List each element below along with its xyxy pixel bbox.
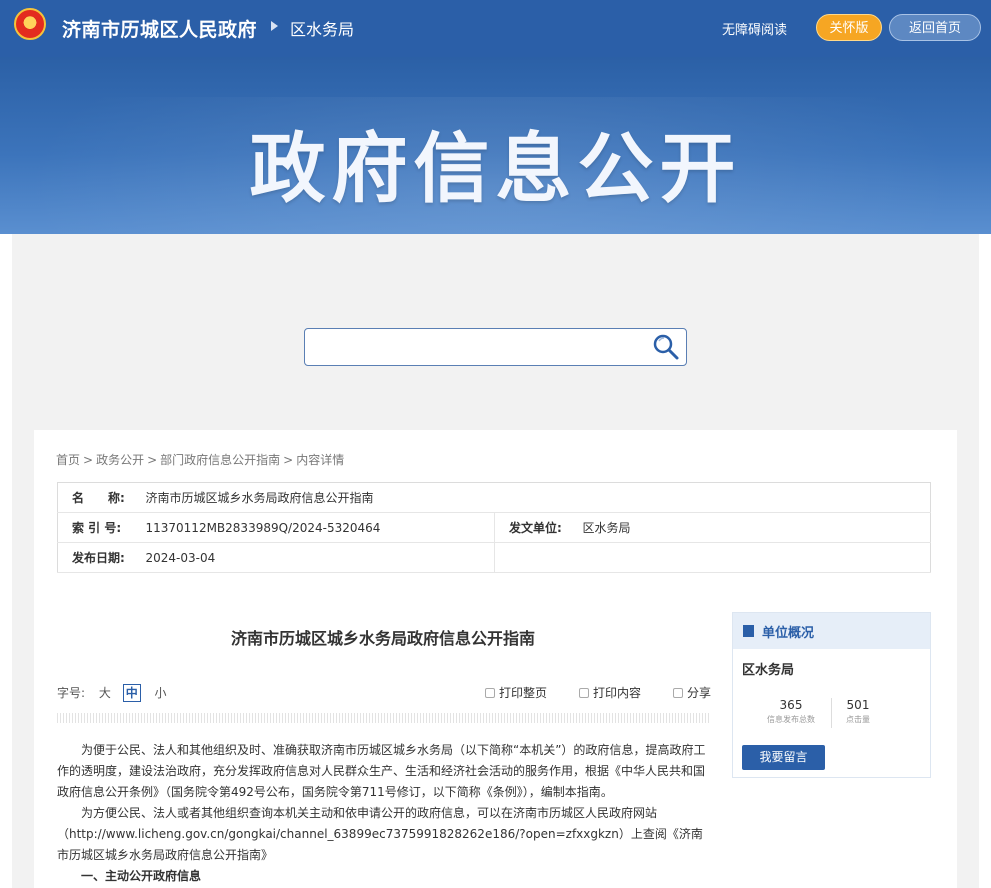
issuer-label: 发文单位: xyxy=(494,512,583,543)
org-name: 区水务局 xyxy=(742,663,795,678)
article-title: 济南市历城区城乡水务局政府信息公开指南 xyxy=(230,629,535,648)
doc-metadata-table: 名 称: 济南市历城区城乡水务局政府信息公开指南 索 引 号: 11370112… xyxy=(57,482,931,573)
search-icon[interactable] xyxy=(652,333,680,361)
printer-icon xyxy=(485,688,495,698)
top-bar: 济南市历城区人民政府 区水务局 无障碍阅读 关怀版 返回首页 xyxy=(0,0,991,57)
share-icon xyxy=(673,688,683,698)
divider xyxy=(57,713,709,723)
banner: 政府信息公开 xyxy=(0,57,991,234)
share-tool[interactable]: 分享 xyxy=(673,684,711,701)
breadcrumb-home[interactable]: 首页 xyxy=(56,453,80,467)
font-small-button[interactable]: 小 xyxy=(155,684,167,701)
breadcrumb-guide[interactable]: 部门政府信息公开指南 xyxy=(160,453,280,467)
org-overview-title: 单位概况 xyxy=(762,625,815,641)
empty-cell xyxy=(494,542,931,573)
date-label: 发布日期: xyxy=(57,542,146,573)
accessibility-link[interactable]: 无障碍阅读 xyxy=(722,19,787,38)
building-icon xyxy=(743,625,754,637)
breadcrumb-gov-affairs[interactable]: 政务公开 xyxy=(96,453,144,467)
stat-clicks: 501 点击量 xyxy=(818,698,898,725)
banner-title: 政府信息公开 xyxy=(249,124,742,213)
font-size-control: 字号: 大 中 小 xyxy=(57,684,167,702)
stat-clicks-label: 点击量 xyxy=(846,715,870,724)
print-page-tool[interactable]: 打印整页 xyxy=(485,684,547,701)
printer-icon xyxy=(579,688,589,698)
index-value: 11370112MB2833989Q/2024-5320464 xyxy=(145,512,495,543)
article-body: 为便于公民、法人和其他组织及时、准确获取济南市历城区城乡水务局（以下简称“本机关… xyxy=(57,740,709,887)
national-emblem-icon xyxy=(14,8,46,40)
caret-right-icon xyxy=(271,21,278,31)
print-content-label[interactable]: 打印内容 xyxy=(593,686,641,700)
search-box[interactable] xyxy=(304,328,687,366)
paragraph-intro: 为便于公民、法人和其他组织及时、准确获取济南市历城区城乡水务局（以下简称“本机关… xyxy=(57,743,706,799)
org-overview-panel: 单位概况 区水务局 365 信息发布总数 501 点击量 我要留言 xyxy=(732,612,931,778)
index-label: 索 引 号: xyxy=(57,512,146,543)
share-label[interactable]: 分享 xyxy=(687,686,711,700)
care-mode-button[interactable]: 关怀版 xyxy=(816,14,882,41)
font-large-button[interactable]: 大 xyxy=(99,684,111,701)
breadcrumb: 首页 > 政务公开 > 部门政府信息公开指南 > 内容详情 xyxy=(56,453,345,467)
print-content-tool[interactable]: 打印内容 xyxy=(579,684,641,701)
section-heading: 一、主动公开政府信息 xyxy=(81,869,202,883)
breadcrumb-current: 内容详情 xyxy=(296,453,345,467)
dept-name[interactable]: 区水务局 xyxy=(290,16,354,40)
name-value: 济南市历城区城乡水务局政府信息公开指南 xyxy=(145,482,931,513)
font-medium-button[interactable]: 中 xyxy=(122,684,141,702)
org-overview-header: 单位概况 xyxy=(733,613,930,649)
search-input[interactable] xyxy=(311,333,641,361)
stat-clicks-value: 501 xyxy=(846,698,870,712)
date-value: 2024-03-04 xyxy=(145,542,495,573)
site-title[interactable]: 济南市历城区人民政府 xyxy=(62,15,257,42)
print-page-label[interactable]: 打印整页 xyxy=(499,686,547,700)
issuer-value: 区水务局 xyxy=(582,512,931,543)
name-label: 名 称: xyxy=(57,482,146,513)
back-home-button[interactable]: 返回首页 xyxy=(889,14,981,41)
leave-message-button[interactable]: 我要留言 xyxy=(742,745,825,770)
font-size-label: 字号: xyxy=(57,686,86,700)
paragraph-website: 为方便公民、法人或者其他组织查询本机关主动和依申请公开的政府信息，可以在济南市历… xyxy=(57,806,703,862)
